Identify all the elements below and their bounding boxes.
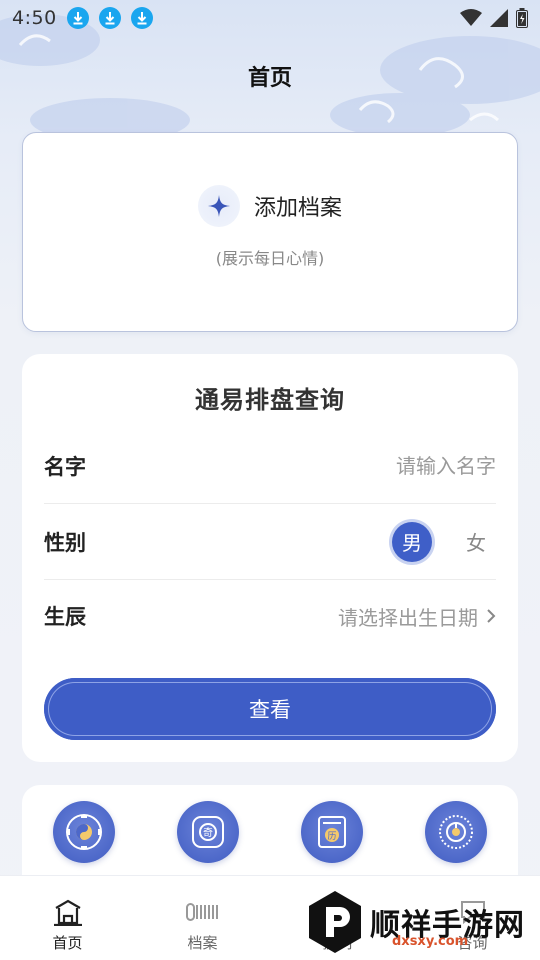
status-bar: 4:50 [0,0,540,36]
download-icon [130,7,153,29]
sparkle-plus-icon [197,185,240,227]
nav-item-profiles[interactable]: 档案 [135,876,270,960]
compass-icon[interactable] [425,801,487,863]
nav-label-home: 首页 [52,934,83,952]
home-icon [53,899,82,926]
watermark: 顺祥手游网 dxsxy.com [306,884,536,960]
add-profile-label: 添加档案 [253,196,342,221]
nav-label-profiles: 档案 [187,934,218,952]
birth-row[interactable]: 生辰 请选择出生日期 [44,578,496,654]
battery-icon [516,8,528,28]
status-indicators [460,8,528,28]
bagua-icon[interactable] [53,801,115,863]
qimen-icon[interactable]: 奇 [177,801,239,863]
add-profile-subtitle: (展示每日心情) [215,249,325,268]
gender-option-male[interactable]: 男 [392,521,432,562]
download-icon [66,7,89,29]
gender-option-female[interactable]: 女 [456,522,496,562]
name-row: 名字 [44,428,496,504]
signal-icon [490,9,508,27]
nav-item-home[interactable]: 首页 [0,876,135,960]
add-profile-row[interactable]: 添加档案 [23,185,517,227]
calendar-book-icon[interactable]: 历 [301,801,363,863]
chevron-right-icon [487,609,496,623]
download-icon [98,7,121,29]
query-form-title: 通易排盘查询 [195,385,345,414]
gender-row: 性别 男 女 [44,504,496,580]
name-label: 名字 [44,454,86,479]
svg-text:奇: 奇 [203,826,213,839]
watermark-url: dxsxy.com [392,934,469,949]
gender-label: 性别 [44,530,86,555]
page-title: 首页 [247,66,292,91]
birth-date-placeholder[interactable]: 请选择出生日期 [338,602,478,631]
birth-label: 生辰 [44,605,86,629]
status-time: 4:50 [12,7,57,29]
wifi-icon [460,9,482,26]
watermark-logo-icon [309,891,361,953]
add-profile-card[interactable]: 添加档案 (展示每日心情) [22,132,518,332]
name-input[interactable] [276,453,496,478]
query-form-card: 通易排盘查询 名字 性别 男 女 生辰 请选择出生日期 查看 [22,354,518,762]
view-button[interactable]: 查看 [44,678,496,740]
svg-text:历: 历 [327,831,336,842]
scroll-icon [185,903,218,921]
